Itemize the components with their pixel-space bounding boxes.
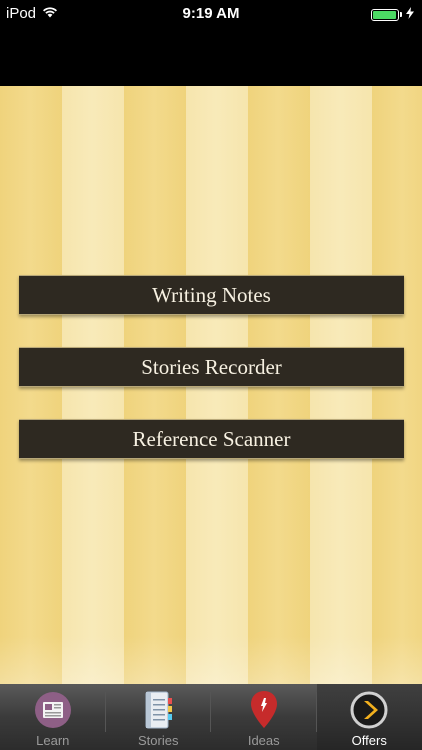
battery-tip xyxy=(400,12,402,17)
tab-ideas[interactable]: Ideas xyxy=(211,684,317,750)
battery-level xyxy=(373,10,396,19)
notebook-icon xyxy=(138,690,178,730)
charging-bolt-icon xyxy=(406,6,414,23)
reference-scanner-button[interactable]: Reference Scanner xyxy=(19,419,404,459)
tab-offers-label: Offers xyxy=(351,733,387,748)
writing-notes-button[interactable]: Writing Notes xyxy=(19,275,404,315)
main-content: Writing Notes Stories Recorder Reference… xyxy=(0,86,422,684)
status-time: 9:19 AM xyxy=(182,5,240,22)
tab-bar: Learn Stories Ideas Offers xyxy=(0,684,422,750)
chevron-circle-icon xyxy=(349,690,389,730)
status-bar: iPod 9:19 AM xyxy=(0,0,422,28)
tab-offers[interactable]: Offers xyxy=(316,684,422,750)
newspaper-icon xyxy=(33,690,73,730)
tab-stories-label: Stories xyxy=(138,733,179,748)
tab-learn-label: Learn xyxy=(36,733,70,748)
status-right xyxy=(371,6,414,23)
battery-icon xyxy=(371,8,399,21)
tab-ideas-label: Ideas xyxy=(247,733,280,748)
stories-recorder-button[interactable]: Stories Recorder xyxy=(19,347,404,387)
tab-stories[interactable]: Stories xyxy=(106,684,211,750)
app-screen: iPod 9:19 AM Writing Notes Stories Recor… xyxy=(0,0,422,750)
map-pin-icon xyxy=(244,690,284,730)
tab-learn[interactable]: Learn xyxy=(0,684,106,750)
